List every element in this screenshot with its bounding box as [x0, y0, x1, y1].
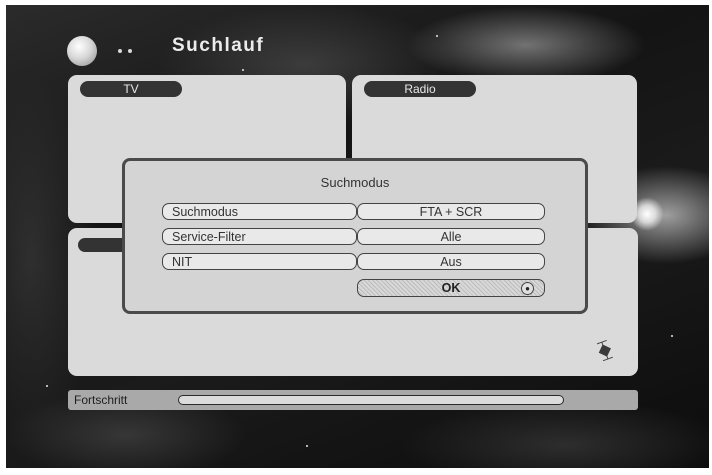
dot-icon [118, 49, 122, 53]
star-decoration [306, 445, 308, 447]
star-decoration [46, 385, 48, 387]
search-mode-label: Suchmodus [162, 203, 357, 220]
satellite-icon: ⧱ [594, 337, 615, 363]
page-title: Suchlauf [172, 35, 265, 56]
ok-button-label: OK [441, 281, 461, 295]
progress-track [178, 395, 564, 405]
service-filter-label: Service-Filter [162, 228, 357, 245]
ok-remote-icon: ● [521, 282, 534, 295]
nit-label: NIT [162, 253, 357, 270]
radio-panel-header: Radio [364, 81, 476, 97]
tv-panel-header: TV [80, 81, 182, 97]
ok-button[interactable]: OK ● [357, 279, 545, 297]
dot-icon [128, 49, 132, 53]
search-mode-select[interactable]: FTA + SCR [357, 203, 545, 220]
dialog-title: Suchmodus [320, 175, 390, 190]
globe-icon [67, 36, 97, 66]
service-filter-select[interactable]: Alle [357, 228, 545, 245]
progress-panel: Fortschritt [68, 390, 638, 410]
star-decoration [671, 335, 673, 337]
star-decoration [242, 69, 244, 71]
star-decoration [436, 35, 438, 37]
progress-label: Fortschritt [74, 393, 128, 407]
search-mode-dialog: Suchmodus Suchmodus FTA + SCR Service-Fi… [122, 158, 588, 314]
tv-screen: Suchlauf TV Radio ⧱ Suchmodus Suchmodus … [6, 5, 709, 468]
nit-select[interactable]: Aus [357, 253, 545, 270]
